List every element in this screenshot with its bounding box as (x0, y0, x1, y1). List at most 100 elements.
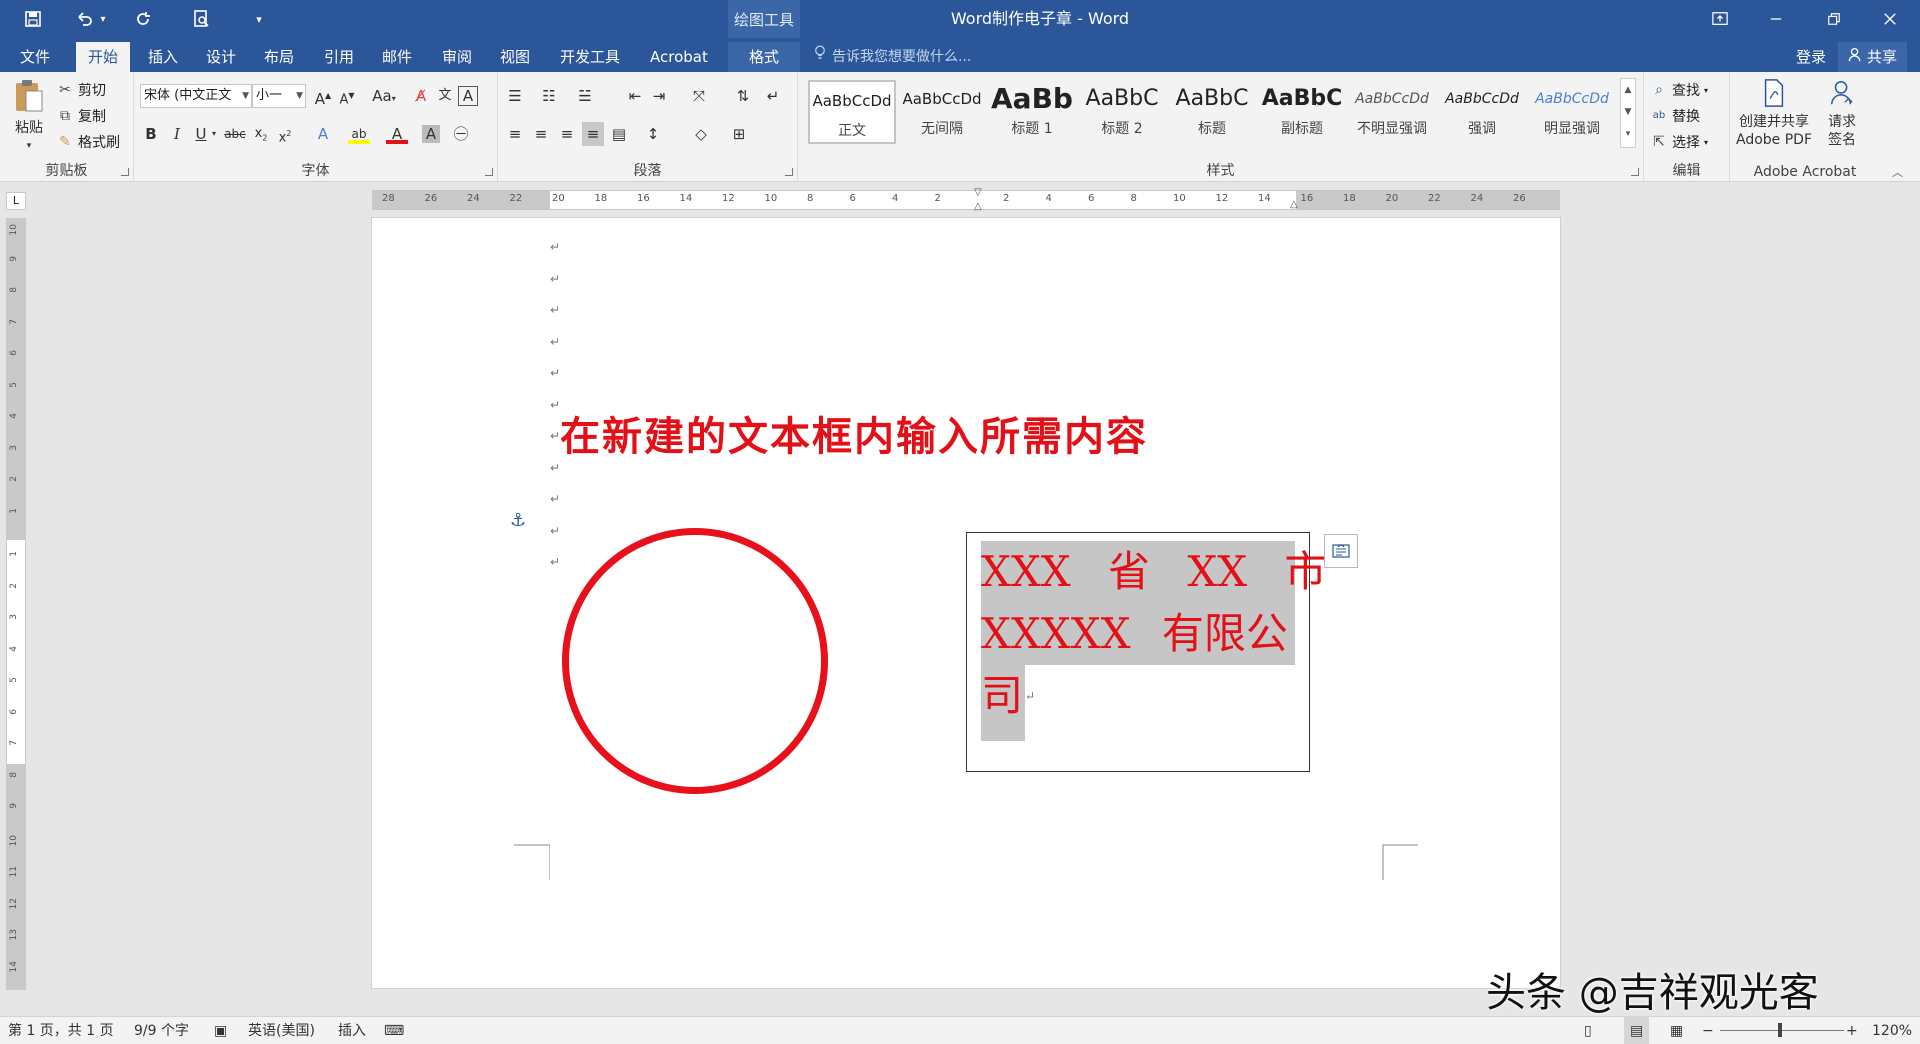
anchor-icon[interactable]: ⚓ (510, 510, 526, 531)
request-signature-button[interactable]: 请求 签名 (1816, 78, 1868, 149)
zoom-in-icon[interactable]: + (1846, 1017, 1858, 1044)
borders-icon[interactable]: ⊞ (728, 122, 750, 146)
font-color-icon[interactable]: A (386, 122, 408, 144)
styles-launcher-icon[interactable] (1631, 168, 1639, 176)
find-button[interactable]: ⌕ 查找 ▾ (1650, 78, 1708, 102)
enclose-characters-icon[interactable]: ㊀ (450, 122, 472, 146)
select-button[interactable]: ⇱ 选择 ▾ (1650, 130, 1708, 154)
sort-icon[interactable]: ⇅ (732, 84, 754, 108)
style-subtitle[interactable]: AaBbC 副标题 (1258, 80, 1346, 144)
increase-indent-icon[interactable]: ⇥ (648, 84, 670, 108)
multilevel-list-icon[interactable]: ☱ (574, 84, 596, 108)
login-link[interactable]: 登录 (1796, 42, 1826, 72)
restore-icon[interactable] (1806, 0, 1862, 38)
text-box-content[interactable]: XXX 省 XX 市 XXXXX 有限公 司 ↵ (981, 541, 1327, 741)
clear-formatting-icon[interactable]: A̸ (410, 84, 432, 108)
superscript-icon[interactable]: x2 (274, 122, 296, 146)
style-emphasis[interactable]: AaBbCcDd 强调 (1438, 80, 1526, 144)
redo-icon[interactable] (128, 6, 158, 32)
print-layout-icon[interactable]: ▤ (1624, 1017, 1650, 1044)
paragraph-launcher-icon[interactable] (785, 168, 793, 176)
style-heading-2[interactable]: AaBbC 标题 2 (1078, 80, 1166, 144)
tab-mailings[interactable]: 邮件 (370, 42, 424, 72)
replace-button[interactable]: ab 替换 (1650, 104, 1700, 128)
style-title[interactable]: AaBbC 标题 (1168, 80, 1256, 144)
tab-selector[interactable]: L (6, 192, 26, 210)
seal-text-box[interactable]: XXX 省 XX 市 XXXXX 有限公 司 ↵ (966, 532, 1327, 772)
left-indent-icon[interactable]: △ (974, 201, 982, 212)
tab-design[interactable]: 设计 (194, 42, 248, 72)
close-icon[interactable] (1862, 0, 1918, 38)
tab-references[interactable]: 引用 (312, 42, 366, 72)
show-marks-icon[interactable]: ↵ (762, 84, 784, 108)
character-border-icon[interactable]: A (458, 86, 478, 106)
paste-dropdown-icon[interactable]: ▾ (8, 137, 50, 155)
tab-review[interactable]: 审阅 (430, 42, 484, 72)
grow-font-icon[interactable]: A▲ (312, 84, 334, 108)
align-left-icon[interactable]: ≡ (504, 122, 526, 146)
tab-format[interactable]: 格式 (728, 42, 800, 72)
insert-mode[interactable]: 插入 (338, 1017, 366, 1044)
create-share-pdf-button[interactable]: 创建并共享 Adobe PDF (1734, 78, 1814, 149)
proofing-icon[interactable]: ▣ (214, 1017, 227, 1044)
tell-me-search[interactable]: 告诉我您想要做什么... (814, 42, 971, 72)
bold-icon[interactable]: B (140, 122, 162, 146)
bullets-icon[interactable]: ☰ (504, 84, 526, 108)
style-intense-emphasis[interactable]: AaBbCcDd 明显强调 (1528, 80, 1616, 144)
tab-developer[interactable]: 开发工具 (548, 42, 632, 72)
font-name-select[interactable]: 宋体 (中文正文 ▼ (140, 84, 252, 108)
tab-home[interactable]: 开始 (76, 42, 131, 72)
shrink-font-icon[interactable]: A▼ (336, 84, 358, 108)
tab-layout[interactable]: 布局 (252, 42, 306, 72)
font-size-select[interactable]: 小一 ▼ (252, 84, 306, 108)
read-mode-icon[interactable]: ▯ (1584, 1017, 1592, 1044)
shading-icon[interactable]: ◇ (690, 122, 712, 146)
save-icon[interactable] (18, 6, 48, 32)
language-indicator[interactable]: 英语(美国) (248, 1017, 315, 1044)
zoom-out-icon[interactable]: − (1702, 1017, 1714, 1044)
print-preview-icon[interactable] (186, 6, 216, 32)
copy-button[interactable]: ⧉ 复制 (56, 104, 106, 128)
page-count[interactable]: 第 1 页，共 1 页 (8, 1017, 114, 1044)
zoom-level[interactable]: 120% (1872, 1017, 1912, 1044)
style-no-spacing[interactable]: AaBbCcDd 无间隔 (898, 80, 986, 144)
style-normal[interactable]: AaBbCcDd 正文 (808, 80, 896, 144)
highlight-icon[interactable]: ab (348, 122, 370, 144)
first-line-indent-icon[interactable]: ▽ (974, 187, 982, 198)
character-shading-icon[interactable]: A (422, 125, 440, 143)
phonetic-guide-icon[interactable]: 文 (434, 84, 456, 108)
distributed-icon[interactable]: ▤ (608, 122, 630, 146)
macro-record-icon[interactable]: ⌨ (384, 1017, 404, 1044)
share-button[interactable]: 共享 (1838, 42, 1908, 72)
decrease-indent-icon[interactable]: ⇤ (624, 84, 646, 108)
undo-dropdown-icon[interactable]: ▾ (96, 6, 110, 32)
tab-view[interactable]: 视图 (488, 42, 542, 72)
tab-insert[interactable]: 插入 (136, 42, 190, 72)
horizontal-ruler[interactable]: 28 26 24 22 20 18 16 14 12 10 8 6 4 2 2 4 6 8 10 12 14 16 18 20… (372, 187, 1560, 212)
line-spacing-icon[interactable]: ↕ (642, 122, 664, 146)
chinese-layout-icon[interactable]: ⤧ (688, 84, 710, 108)
right-indent-icon[interactable]: △ (1290, 199, 1298, 210)
underline-dropdown-icon[interactable]: ▾ (208, 122, 220, 146)
numbering-icon[interactable]: ☷ (538, 84, 560, 108)
vertical-ruler[interactable]: 10 9 8 7 6 5 4 3 2 1 1 2 3 4 5 6 7 8 9 10 11 12 13 14 (6, 218, 26, 990)
style-heading-1[interactable]: AaBb 标题 1 (988, 80, 1076, 144)
customize-toolbar-icon[interactable]: ▾ (244, 6, 274, 32)
minimize-icon[interactable] (1748, 0, 1804, 38)
document-heading[interactable]: 在新建的文本框内输入所需内容 (560, 404, 1400, 462)
web-layout-icon[interactable]: ▦ (1670, 1017, 1683, 1044)
zoom-slider-thumb[interactable] (1778, 1023, 1782, 1037)
font-launcher-icon[interactable] (485, 168, 493, 176)
tab-acrobat[interactable]: Acrobat (638, 42, 720, 72)
subscript-icon[interactable]: x2 (250, 122, 272, 146)
word-count[interactable]: 9/9 个字 (134, 1017, 189, 1044)
format-painter-button[interactable]: ✎ 格式刷 (56, 130, 120, 154)
strikethrough-icon[interactable]: abc (222, 122, 248, 146)
seal-circle-shape[interactable] (562, 528, 828, 794)
style-subtle-emphasis[interactable]: AaBbCcDd 不明显强调 (1348, 80, 1436, 144)
text-effects-icon[interactable]: A (312, 122, 334, 146)
collapse-ribbon-icon[interactable]: ︿ (1892, 164, 1903, 180)
zoom-slider[interactable] (1720, 1030, 1844, 1031)
styles-gallery-scroll[interactable]: ▲ ▼ ▾ (1620, 78, 1636, 148)
cut-button[interactable]: ✂ 剪切 (56, 78, 106, 102)
